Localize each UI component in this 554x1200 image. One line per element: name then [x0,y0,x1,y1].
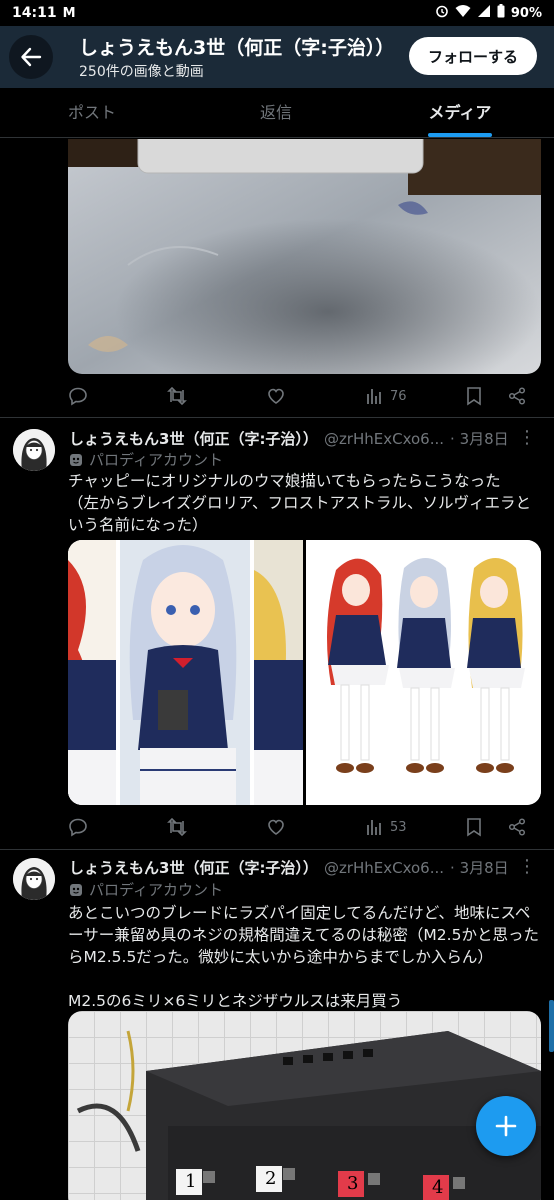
tweet-header: しょうえもん3世（何正（字:子治）） @zrHhExCxo6... · 3月8日 [69,428,509,449]
display-name[interactable]: しょうえもん3世（何正（字:子治）） [69,857,318,878]
profile-header: しょうえもん3世（何正（字:子治）） 250件の画像と動画 フォローする [0,26,554,88]
plus-icon [495,1115,517,1137]
wifi-icon [455,4,471,22]
tweet-actions: 76 [68,382,530,410]
share-button[interactable] [508,382,526,410]
display-name[interactable]: しょうえもん3世（何正（字:子治）） [69,428,318,449]
battery-icon [497,4,505,22]
parody-badge: パロディアカウント [69,879,223,900]
profile-title: しょうえもん3世（何正（字:子治）） [79,37,395,59]
bookmark-button[interactable] [466,813,482,841]
timeline[interactable]: 76 しょうえもん3世（何正（字:子治）） @zrHhExCxo6... · 3… [0,139,554,1200]
avatar-image [13,858,55,900]
like-button[interactable] [266,813,286,841]
gmail-icon: M [62,5,76,21]
tweet-photo[interactable] [68,139,541,374]
bookmark-icon [467,818,481,837]
tweet-photo[interactable]: 1 2 3 4 [68,1011,541,1200]
photo-desk-image [68,139,541,374]
status-bar: 14:11 M 90% [0,0,554,26]
back-button[interactable] [9,35,53,79]
tab-posts[interactable]: ポスト [44,88,140,138]
post-date[interactable]: · 3月8日 [450,428,509,449]
port-label: 4 [432,1177,444,1198]
retweet-icon [167,386,187,406]
tweet-divider [0,849,554,850]
share-button[interactable] [508,813,526,841]
tweet-photo-grid [68,540,541,805]
user-handle[interactable]: @zrHhExCxo6... [324,859,444,877]
avatar-image [13,429,55,471]
like-button[interactable] [266,382,286,410]
heart-icon [268,819,284,835]
port-label: 3 [347,1173,359,1194]
tab-media[interactable]: メディア [412,88,508,138]
tweet-photo[interactable] [68,540,303,805]
tweet-photo[interactable] [306,540,541,805]
clock: 14:11 [12,5,57,21]
share-icon [508,387,526,405]
more-options-icon[interactable]: ⋮ [518,856,536,877]
views-button[interactable]: 53 [366,813,407,841]
tab-active-indicator [428,133,492,137]
views-button[interactable]: 76 [366,382,407,410]
mask-icon [70,453,82,466]
photo-hardware-image [68,1011,541,1200]
bookmark-button[interactable] [466,382,482,410]
tab-replies[interactable]: 返信 [228,88,324,138]
share-icon [508,818,526,836]
scrollbar-thumb[interactable] [549,1000,554,1052]
mask-icon [70,883,82,896]
tweet-actions: 53 [68,813,530,841]
tweet-header: しょうえもん3世（何正（字:子治）） @zrHhExCxo6... · 3月8日 [69,857,509,878]
profile-tabs: ポスト 返信 メディア [0,88,554,138]
signal-icon [477,4,491,22]
media-count: 250件の画像と動画 [79,64,204,80]
bookmark-icon [467,387,481,406]
reply-button[interactable] [68,382,88,410]
follow-button[interactable]: フォローする [409,37,537,75]
post-date[interactable]: · 3月8日 [450,857,509,878]
parody-label: パロディアカウント [89,451,223,469]
arrow-left-icon [21,47,42,67]
alarm-icon [435,4,449,22]
port-label: 2 [265,1168,277,1189]
analytics-icon [367,389,381,404]
reply-icon [69,387,87,406]
port-label: 1 [185,1171,197,1192]
retweet-button[interactable] [166,382,188,410]
retweet-button[interactable] [166,813,188,841]
avatar[interactable] [13,429,55,471]
retweet-icon [167,817,187,837]
heart-icon [268,388,284,404]
anime-trio-image [306,540,541,805]
avatar[interactable] [13,858,55,900]
tweet-divider [0,417,554,418]
compose-post-button[interactable] [476,1096,536,1156]
view-count: 76 [390,388,407,404]
user-handle[interactable]: @zrHhExCxo6... [324,430,444,448]
parody-badge: パロディアカウント [69,449,223,470]
more-options-icon[interactable]: ⋮ [518,427,536,448]
tweet-text: チャッピーにオリジナルのウマ娘描いてもらったらこうなった （左からブレイズグロリ… [68,472,531,534]
analytics-icon [367,820,381,835]
view-count: 53 [390,819,407,835]
reply-button[interactable] [68,813,88,841]
tweet-text: あとこいつのブレードにラズパイ固定してるんだけど、地味にスペ ーサー兼留め具のネ… [68,904,539,1010]
battery-level: 90% [510,5,542,21]
anime-closeup-image [68,540,303,805]
parody-label: パロディアカウント [89,881,223,899]
reply-icon [69,818,87,837]
